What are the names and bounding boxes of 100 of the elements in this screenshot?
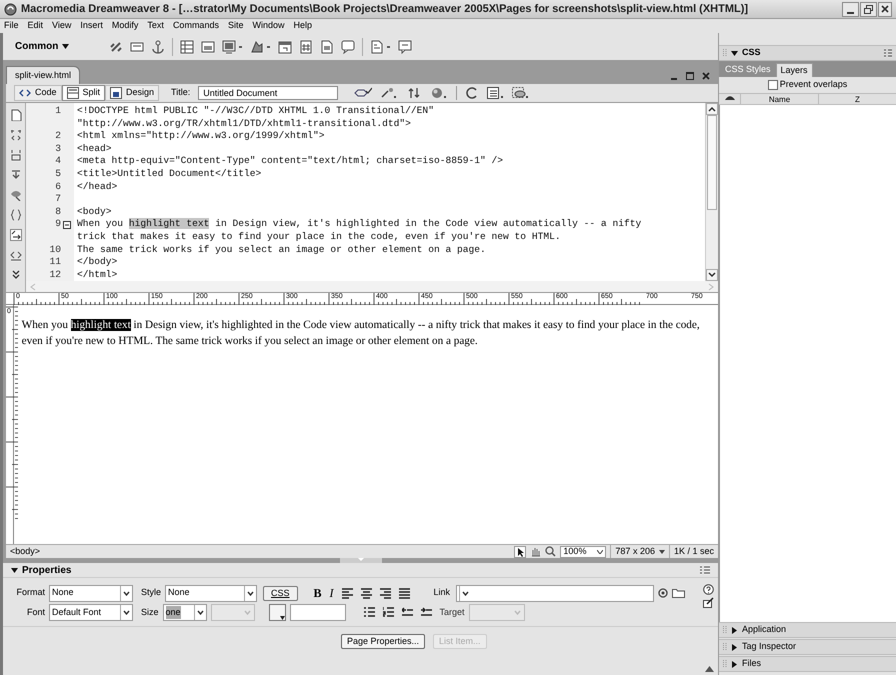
media-icon[interactable] <box>250 40 271 54</box>
close-button[interactable] <box>878 2 892 16</box>
align-right-icon[interactable] <box>380 588 391 598</box>
tag-chooser-icon[interactable] <box>398 40 412 54</box>
caret-icon[interactable] <box>658 550 665 554</box>
align-center-icon[interactable] <box>360 588 372 598</box>
grip-icon[interactable] <box>723 626 727 634</box>
menu-item[interactable]: Site <box>228 19 244 33</box>
tag-selector[interactable]: <body> <box>10 544 40 558</box>
anchor-icon[interactable] <box>151 40 165 54</box>
wrap-tag-icon[interactable] <box>10 229 22 241</box>
hash-document-icon[interactable] <box>299 40 313 54</box>
css-button[interactable]: CSS <box>263 586 298 600</box>
restore-icon[interactable] <box>686 72 694 80</box>
grip-icon[interactable] <box>723 660 727 668</box>
view-mode-button[interactable]: Code <box>14 85 62 101</box>
comment-icon[interactable] <box>341 40 355 54</box>
dropdown-arrow-icon[interactable] <box>244 586 256 600</box>
document-icon[interactable] <box>10 109 22 121</box>
scroll-up-icon[interactable] <box>706 103 718 115</box>
align-left-icon[interactable] <box>342 588 353 598</box>
vertical-scrollbar[interactable] <box>705 103 718 281</box>
checkbox[interactable] <box>768 80 778 90</box>
justify-icon[interactable] <box>398 588 410 598</box>
title-field[interactable]: Untitled Document <box>198 86 338 100</box>
collapse-arrows-icon[interactable] <box>10 169 22 181</box>
dropdown-arrow-icon[interactable] <box>120 586 132 600</box>
code-tag-icon[interactable] <box>10 249 22 261</box>
scroll-down-icon[interactable] <box>706 269 718 281</box>
point-to-file-icon[interactable] <box>658 588 668 598</box>
scrollbar-thumb[interactable] <box>707 114 717 210</box>
menu-item[interactable]: Window <box>252 19 284 33</box>
color-swatch[interactable] <box>268 604 286 621</box>
format-dropdown[interactable]: None <box>49 584 133 602</box>
indent-icon[interactable] <box>420 607 432 618</box>
restore-button[interactable] <box>860 2 877 16</box>
validate-icon[interactable] <box>354 87 372 99</box>
splitter-handle[interactable] <box>340 558 382 563</box>
double-chevron-icon[interactable] <box>10 269 22 281</box>
numbered-list-icon[interactable] <box>382 607 394 618</box>
calendar-icon[interactable] <box>278 40 292 54</box>
edit-icon[interactable] <box>703 597 714 608</box>
menu-item[interactable]: View <box>52 19 72 33</box>
options-menu-icon[interactable] <box>700 566 710 574</box>
braces-icon[interactable] <box>10 209 22 221</box>
panel-header[interactable]: Application <box>719 622 896 638</box>
select-parent-icon[interactable] <box>10 149 22 161</box>
dropdown-arrow-icon[interactable] <box>120 605 132 620</box>
menu-item[interactable]: Commands <box>172 19 219 33</box>
size-dropdown[interactable]: one <box>162 604 207 621</box>
menu-item[interactable]: Help <box>293 19 312 33</box>
document-tab[interactable]: split-view.html <box>6 66 80 84</box>
collapse-code-icon[interactable] <box>63 220 71 229</box>
color-field[interactable] <box>290 604 346 621</box>
expanded-triangle-icon[interactable] <box>731 50 738 56</box>
dropdown-arrow-icon[interactable] <box>459 586 472 600</box>
style-dropdown[interactable]: None <box>165 584 258 602</box>
column-header[interactable]: Name <box>741 94 819 104</box>
collapsed-triangle-icon[interactable] <box>731 626 738 634</box>
panel-header[interactable]: CSS <box>719 45 896 61</box>
page-properties-button[interactable]: Page Properties... <box>341 634 426 649</box>
menu-item[interactable]: Insert <box>80 19 103 33</box>
folder-icon[interactable] <box>672 588 686 598</box>
menu-item[interactable]: Modify <box>112 19 138 33</box>
italic-button[interactable]: I <box>330 584 334 602</box>
template-icon[interactable] <box>370 40 391 54</box>
collapse-triangle-icon[interactable] <box>705 666 714 672</box>
view-options-icon[interactable] <box>487 87 504 99</box>
email-icon[interactable] <box>130 40 144 54</box>
panel-header[interactable]: Tag Inspector <box>719 639 896 655</box>
close-icon[interactable] <box>702 72 710 80</box>
link-field[interactable] <box>456 584 654 602</box>
document-icon[interactable] <box>320 40 334 54</box>
options-menu-icon[interactable] <box>884 48 892 58</box>
file-transfer-icon[interactable] <box>408 87 422 99</box>
menu-item[interactable]: Text <box>147 19 164 33</box>
bullet-list-icon[interactable] <box>364 607 375 618</box>
menu-item[interactable]: File <box>4 19 19 33</box>
grip-icon[interactable] <box>723 643 727 651</box>
collapsed-triangle-icon[interactable] <box>731 644 738 650</box>
refresh-icon[interactable] <box>466 87 478 99</box>
panel-tab[interactable]: Layers <box>776 63 813 77</box>
help-icon[interactable] <box>703 584 714 595</box>
category-dropdown[interactable]: Common <box>15 39 91 54</box>
dropdown-arrow-icon[interactable] <box>194 605 206 620</box>
zoom-dropdown[interactable]: 100% <box>560 546 606 558</box>
panel-header[interactable]: Files <box>719 656 896 672</box>
expand-arrows-icon[interactable] <box>10 129 22 141</box>
view-mode-button[interactable]: Design <box>105 85 160 101</box>
pointer-icon[interactable] <box>514 546 526 558</box>
font-dropdown[interactable]: Default Font <box>49 604 133 621</box>
grip-icon[interactable] <box>723 49 727 57</box>
menu-item[interactable]: Edit <box>28 19 44 33</box>
column-header[interactable]: Z <box>819 94 896 104</box>
table-icon[interactable] <box>180 40 194 54</box>
outdent-icon[interactable] <box>402 607 413 618</box>
zoom-icon[interactable] <box>545 546 556 557</box>
globe-icon[interactable] <box>431 87 448 99</box>
image-icon[interactable] <box>222 40 243 54</box>
minimize-button[interactable] <box>842 2 859 16</box>
